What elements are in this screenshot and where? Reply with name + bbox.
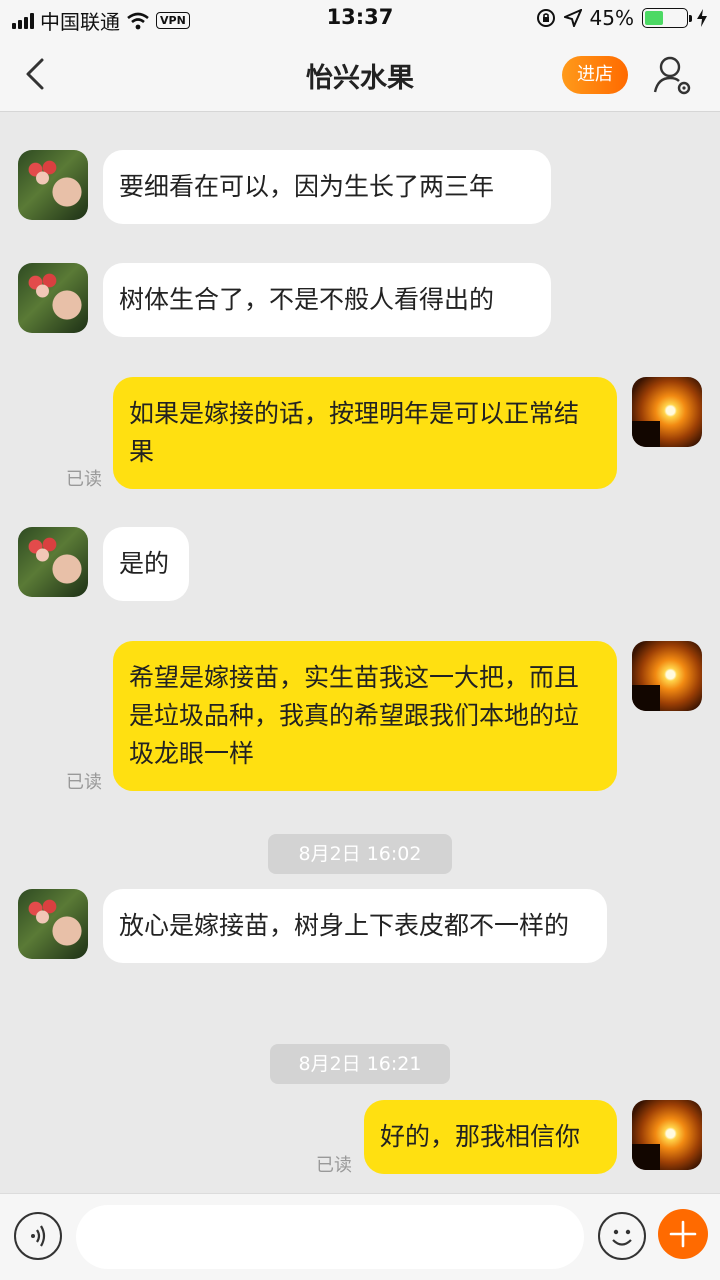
smiley-icon	[612, 1229, 632, 1246]
message-bubble-incoming[interactable]: 要细看在可以，因为生长了两三年	[103, 150, 551, 224]
my-avatar[interactable]	[632, 1100, 702, 1170]
location-icon	[563, 9, 582, 27]
message-bubble-outgoing[interactable]: 好的，那我相信你	[364, 1100, 617, 1174]
timestamp: 8月2日 16:21	[270, 1044, 450, 1084]
timestamp: 8月2日 16:02	[268, 834, 452, 874]
message-bubble-incoming[interactable]: 是的	[103, 527, 189, 601]
seller-avatar[interactable]	[18, 150, 88, 220]
more-options-button[interactable]	[658, 1209, 708, 1259]
charging-icon	[697, 9, 707, 27]
read-receipt: 已读	[316, 1155, 352, 1176]
chat-area[interactable]: 要细看在可以，因为生长了两三年 树体生合了，不是不般人看得出的 如果是嫁接的话，…	[0, 113, 720, 1193]
message-bubble-outgoing[interactable]: 如果是嫁接的话，按理明年是可以正常结果	[113, 377, 617, 489]
nav-bar: 怡兴水果 进店	[0, 36, 720, 112]
voice-input-button[interactable]	[14, 1212, 62, 1260]
user-settings-icon[interactable]	[650, 52, 694, 96]
message-bubble-incoming[interactable]: 放心是嫁接苗，树身上下表皮都不一样的	[103, 889, 607, 963]
voice-icon	[31, 1225, 46, 1247]
read-receipt: 已读	[66, 469, 102, 490]
status-right: 45%	[536, 6, 708, 30]
message-bubble-outgoing[interactable]: 希望是嫁接苗，实生苗我这一大把，而且是垃圾品种，我真的希望跟我们本地的垃圾龙眼一…	[113, 641, 617, 791]
battery-icon	[642, 8, 692, 28]
my-avatar[interactable]	[632, 377, 702, 447]
enter-store-button[interactable]: 进店	[562, 56, 628, 94]
seller-avatar[interactable]	[18, 889, 88, 959]
input-bar	[0, 1193, 720, 1280]
emoji-button[interactable]	[598, 1212, 646, 1260]
seller-avatar[interactable]	[18, 527, 88, 597]
my-avatar[interactable]	[632, 641, 702, 711]
plus-icon	[669, 1220, 697, 1248]
read-receipt: 已读	[66, 772, 102, 793]
rotation-lock-icon	[536, 9, 555, 27]
battery-percent: 45%	[589, 6, 634, 30]
message-input[interactable]	[76, 1205, 584, 1269]
message-bubble-incoming[interactable]: 树体生合了，不是不般人看得出的	[103, 263, 551, 337]
seller-avatar[interactable]	[18, 263, 88, 333]
status-bar: 中国联通 VPN 13:37 45%	[0, 0, 720, 36]
